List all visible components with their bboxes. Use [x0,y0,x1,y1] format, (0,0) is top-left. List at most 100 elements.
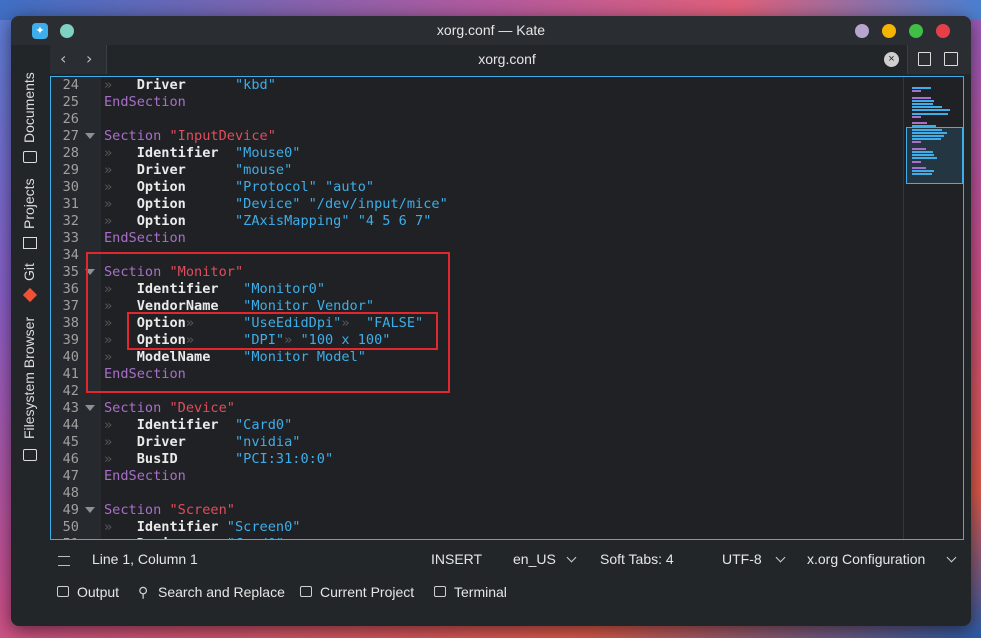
minimap-line [912,115,921,118]
code-text: » Driver "mouse" [104,162,293,178]
line-number: 25 [62,94,79,110]
tab-xorg-conf[interactable]: xorg.conf × [106,45,908,74]
code-text: » Identifier "Card0" [104,417,293,433]
tab-output[interactable]: Output [77,584,119,600]
code-line[interactable]: 27 Section "InputDevice" [51,128,903,145]
minimize-button[interactable] [882,24,896,38]
tab-search-and-replace[interactable]: Search and Replace [158,584,285,600]
code-line[interactable]: 49 Section "Screen" [51,502,903,519]
minimap-line [912,90,921,93]
minimap-line [912,103,933,105]
line-number: 45 [62,434,79,450]
folder-icon [23,449,37,461]
code-line[interactable]: 44 » Identifier "Card0" [51,417,903,434]
minimap-line [912,99,934,102]
code-line[interactable]: 24 » Driver "kbd" [51,77,903,94]
code-line[interactable]: 29 » Driver "mouse" [51,162,903,179]
code-line[interactable]: 33 EndSection [51,230,903,247]
sidebar-item-filesystem-browser[interactable]: Filesystem Browser [11,311,50,461]
minimap[interactable] [903,77,963,539]
sidebar-item-label: Projects [21,178,37,229]
minimap-line [912,160,921,163]
code-line[interactable]: 30 » Option "Protocol" "auto" [51,179,903,196]
minimap-line [912,128,942,131]
chevron-down-icon[interactable] [566,552,577,563]
input-mode[interactable]: INSERT [431,551,482,567]
code-text: » Option "ZAxisMapping" "4 5 6 7" [104,213,432,229]
left-sidebar: Documents Projects Git Filesystem Browse… [11,45,50,545]
split-view-icon[interactable] [944,52,958,66]
line-number: 48 [62,485,79,501]
line-number: 36 [62,281,79,297]
highlight-dpi-options [127,312,438,350]
minimap-line [912,170,934,173]
chevron-down-icon[interactable] [946,552,957,563]
minimap-line [912,147,927,150]
terminal-icon [434,586,446,597]
code-line[interactable]: 28 » Identifier "Mouse0" [51,145,903,162]
line-number: 50 [62,519,79,535]
code-line[interactable]: 46 » BusID "PCI:31:0:0" [51,451,903,468]
indentation-setting[interactable]: Soft Tabs: 4 [600,551,674,567]
dictionary-language[interactable]: en_US [513,551,556,567]
chevron-down-icon[interactable] [775,552,786,563]
minimap-line [912,154,934,157]
line-number: 34 [62,247,79,263]
code-text: EndSection [104,468,186,484]
new-document-icon[interactable] [918,52,931,66]
maximize-button[interactable] [909,24,923,38]
fold-arrow-icon[interactable] [85,405,95,411]
forward-button[interactable]: › [86,49,92,68]
minimap-line [912,141,921,144]
close-tab-icon[interactable]: × [884,52,899,67]
minimap-line [912,151,933,153]
line-number: 28 [62,145,79,161]
code-line[interactable]: 50 » Identifier "Screen0" [51,519,903,536]
encoding[interactable]: UTF-8 [722,551,762,567]
code-text: Section "Device" [104,400,235,416]
code-line[interactable]: 43 Section "Device" [51,400,903,417]
project-icon [23,237,37,249]
code-text: » BusID "PCI:31:0:0" [104,451,334,467]
sidebar-item-label: Filesystem Browser [21,316,37,439]
minimap-line [912,96,931,99]
line-number: 24 [62,77,79,93]
close-window-button[interactable] [936,24,950,38]
sidebar-item-git[interactable]: Git [11,255,50,303]
git-icon [22,287,38,303]
code-line[interactable]: 26 [51,111,903,128]
sidebar-item-documents[interactable]: Documents [11,47,50,163]
code-line[interactable]: 47 EndSection [51,468,903,485]
code-editor[interactable]: 24 » Driver "kbd" 25 EndSection 26 27 Section … [50,76,964,540]
tab-label: xorg.conf [478,51,536,67]
folder-icon [23,151,37,163]
line-number: 41 [62,366,79,382]
sidebar-item-projects[interactable]: Projects [11,171,50,249]
line-number: 35 [62,264,79,280]
code-line[interactable]: 45 » Driver "nvidia" [51,434,903,451]
document-lines-icon [58,556,70,566]
cursor-position[interactable]: Line 1, Column 1 [92,551,198,567]
minimap-line [912,87,931,89]
minimap-line [912,106,942,109]
code-line[interactable]: 51 » Device "Card0" [51,536,903,539]
line-number: 30 [62,179,79,195]
line-number: 47 [62,468,79,484]
fold-arrow-icon[interactable] [85,507,95,513]
line-number: 42 [62,383,79,399]
fold-arrow-icon[interactable] [85,133,95,139]
code-line[interactable]: 48 [51,485,903,502]
kate-window: ✦ xorg.conf — Kate Documents Projects Gi… [11,16,971,626]
minimap-line [912,138,941,141]
status-bar: Line 1, Column 1 INSERT en_US Soft Tabs:… [50,549,971,571]
code-line[interactable]: 32 » Option "ZAxisMapping" "4 5 6 7" [51,213,903,230]
code-line[interactable]: 25 EndSection [51,94,903,111]
line-number: 44 [62,417,79,433]
syntax-mode[interactable]: x.org Configuration [807,551,925,567]
code-line[interactable]: 31 » Option "Device" "/dev/input/mice" [51,196,903,213]
line-number: 26 [62,111,79,127]
keep-above-button[interactable] [855,24,869,38]
tab-current-project[interactable]: Current Project [320,584,414,600]
back-button[interactable]: ‹ [60,49,66,68]
tab-terminal[interactable]: Terminal [454,584,507,600]
